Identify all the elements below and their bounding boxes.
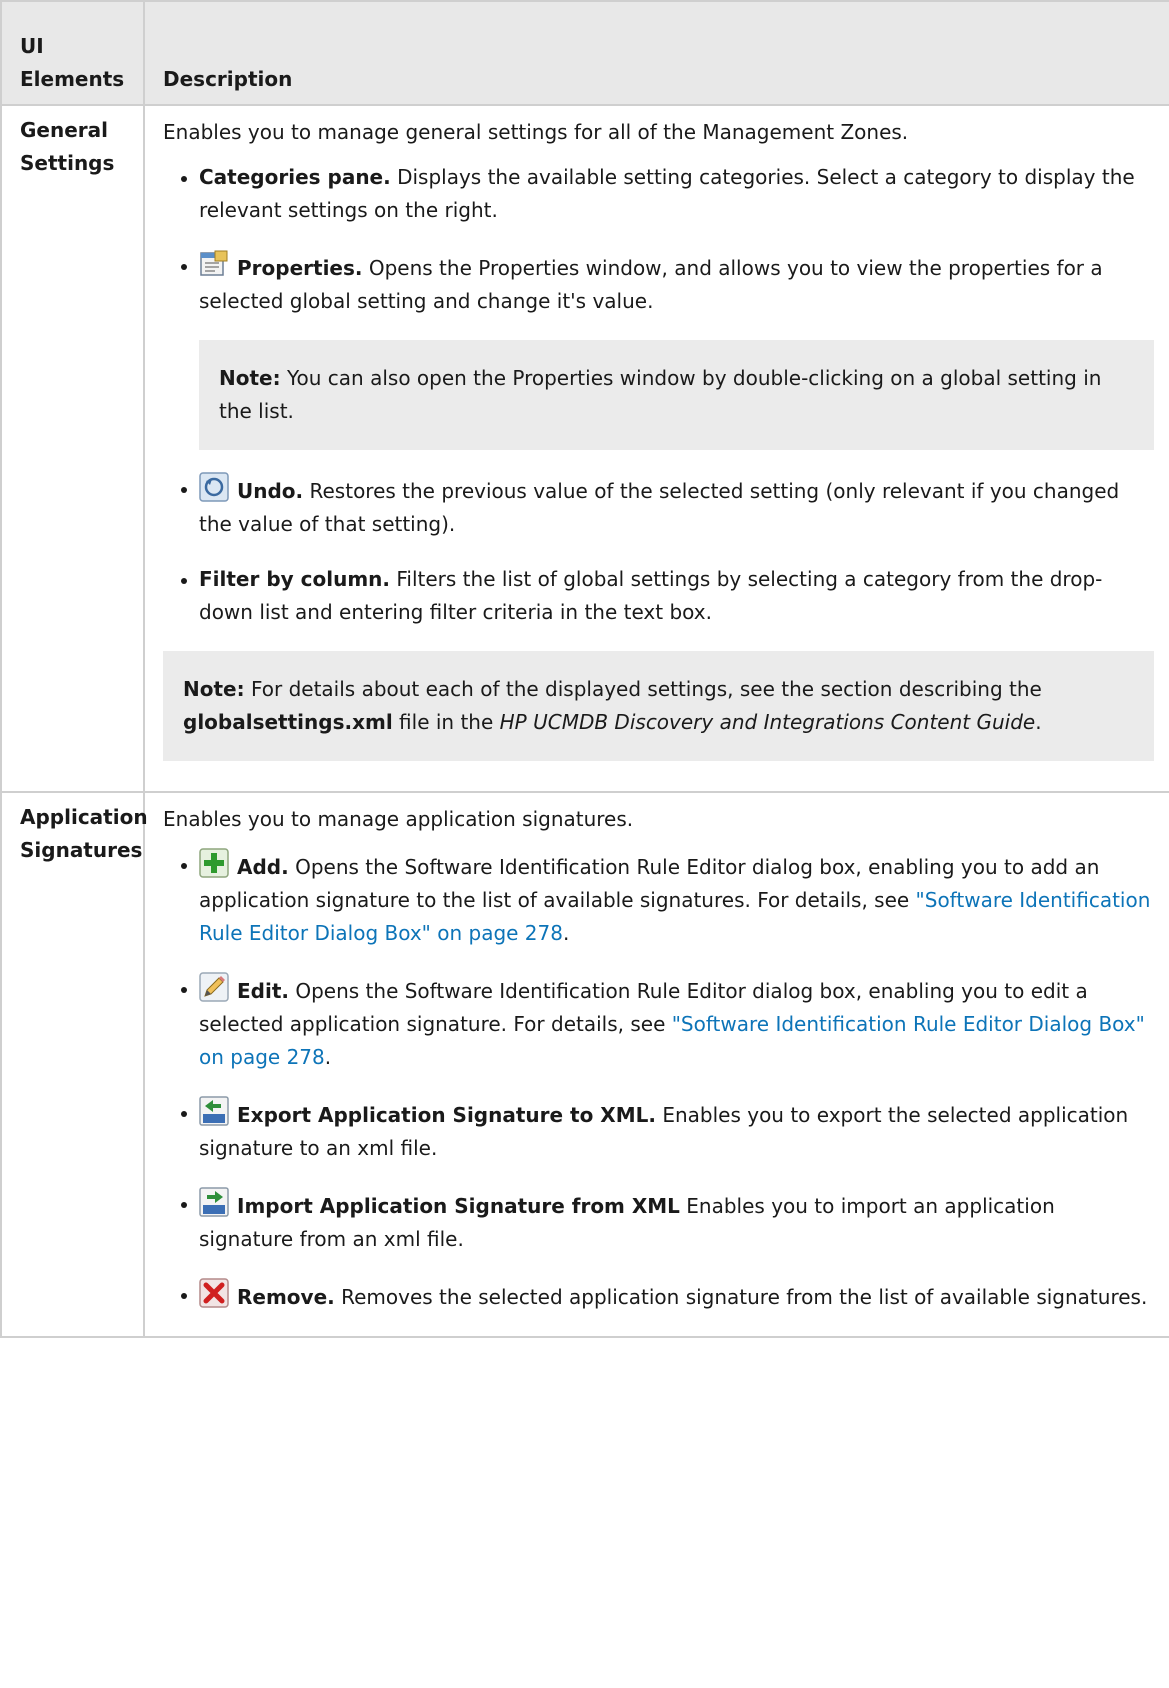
edit-end: .: [324, 1045, 332, 1069]
row-label-application-signatures: Application Signatures: [0, 791, 148, 1338]
app-items-list: Add. Opens the Software Identification R…: [163, 848, 1154, 1314]
general-items-list-2: Undo. Restores the previous value of the…: [163, 472, 1154, 629]
filter-title: Filter by column.: [199, 567, 391, 591]
properties-note-text: You can also open the Properties window …: [219, 366, 1102, 423]
general-items-list: Categories pane. Displays the available …: [163, 161, 1154, 318]
list-item-add: Add. Opens the Software Identification R…: [163, 848, 1154, 950]
app-intro: Enables you to manage application signat…: [163, 807, 634, 831]
remove-icon[interactable]: [199, 1278, 229, 1308]
row-description-application-signatures: Enables you to manage application signat…: [143, 791, 1169, 1338]
export-xml-icon[interactable]: [199, 1096, 229, 1126]
categories-title: Categories pane.: [199, 165, 391, 189]
properties-note: Note: You can also open the Properties w…: [199, 340, 1154, 450]
add-icon[interactable]: [199, 848, 229, 878]
edit-icon[interactable]: [199, 972, 229, 1002]
header-description: Description: [143, 0, 1169, 106]
bullet-icon: [181, 863, 187, 869]
remove-title: Remove.: [237, 1285, 335, 1309]
edit-title: Edit.: [237, 979, 289, 1003]
note-text-3: .: [1035, 710, 1042, 734]
list-item-properties: Properties. Opens the Properties window,…: [163, 249, 1154, 318]
row-label-general-settings: General Settings: [0, 104, 145, 793]
ui-elements-table: UI Elements Description General Settings…: [0, 0, 1169, 1338]
list-item-remove: Remove. Removes the selected application…: [163, 1278, 1154, 1314]
properties-title: Properties.: [237, 256, 363, 280]
row-description-general-settings: Enables you to manage general settings f…: [143, 104, 1169, 793]
properties-note-label: Note:: [219, 366, 281, 390]
table-row-general-settings: General Settings Enables you to manage g…: [0, 104, 1169, 793]
general-intro: Enables you to manage general settings f…: [163, 120, 909, 144]
bullet-icon: [181, 578, 187, 584]
list-item-import: Import Application Signature from XML En…: [163, 1187, 1154, 1256]
bullet-icon: [181, 1111, 187, 1117]
table-header-row: UI Elements Description: [0, 0, 1169, 106]
general-settings-note: Note: For details about each of the disp…: [163, 651, 1154, 761]
note-file-name: globalsettings.xml: [183, 710, 393, 734]
bullet-icon: [181, 1202, 187, 1208]
bullet-icon: [181, 1293, 187, 1299]
add-end: .: [562, 921, 570, 945]
export-title: Export Application Signature to XML.: [237, 1103, 656, 1127]
bullet-icon: [181, 264, 187, 270]
list-item-edit: Edit. Opens the Software Identification …: [163, 972, 1154, 1074]
list-item-filter-by-column: Filter by column. Filters the list of gl…: [163, 563, 1154, 629]
table-row-application-signatures: Application Signatures Enables you to ma…: [0, 791, 1169, 1338]
bullet-icon: [181, 487, 187, 493]
properties-icon[interactable]: [199, 249, 229, 279]
undo-title: Undo.: [237, 479, 304, 503]
remove-text: Removes the selected application signatu…: [334, 1285, 1148, 1309]
undo-icon[interactable]: [199, 472, 229, 502]
list-item-undo: Undo. Restores the previous value of the…: [163, 472, 1154, 541]
note-label: Note:: [183, 677, 245, 701]
note-text-1: For details about each of the displayed …: [244, 677, 1042, 701]
bullet-icon: [181, 176, 187, 182]
import-title: Import Application Signature from XML: [237, 1194, 680, 1218]
undo-text: Restores the previous value of the selec…: [199, 479, 1120, 536]
header-ui-elements: UI Elements: [0, 0, 145, 106]
bullet-icon: [181, 987, 187, 993]
add-title: Add.: [237, 855, 289, 879]
note-text-2: file in the: [392, 710, 500, 734]
import-xml-icon[interactable]: [199, 1187, 229, 1217]
list-item-export: Export Application Signature to XML. Ena…: [163, 1096, 1154, 1165]
note-guide-title: HP UCMDB Discovery and Integrations Cont…: [499, 710, 1036, 734]
list-item-categories-pane: Categories pane. Displays the available …: [163, 161, 1154, 227]
